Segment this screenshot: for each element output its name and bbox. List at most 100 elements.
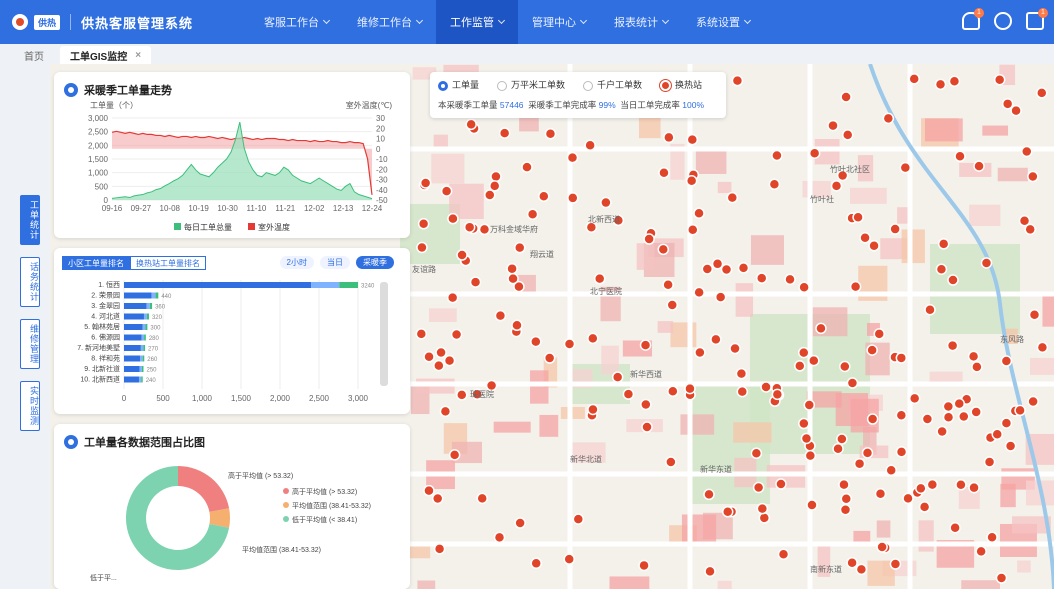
station-marker — [450, 328, 463, 341]
nav-item-reports[interactable]: 报表统计 — [600, 0, 682, 44]
y-tick-label: 2,500 — [88, 128, 109, 137]
station-icon — [660, 80, 672, 92]
station-marker — [866, 344, 878, 356]
station-marker — [840, 91, 852, 103]
radio-ticket-count[interactable]: 工单量 — [438, 78, 479, 91]
station-marker — [511, 319, 523, 332]
nav-item-repair[interactable]: 维修工作台 — [343, 0, 436, 44]
rail-call-stats[interactable]: 话务统计 — [20, 257, 40, 307]
range-2h[interactable]: 2小时 — [279, 256, 314, 269]
station-marker — [538, 190, 550, 202]
nav-label: 报表统计 — [614, 17, 658, 29]
chevron-down-icon — [661, 16, 670, 25]
station-marker — [827, 119, 839, 132]
x-tick-label: 09-16 — [102, 204, 123, 213]
station-marker — [859, 232, 871, 244]
tab-label: 首页 — [24, 51, 44, 63]
category-label: 9. 北新社道 — [84, 364, 120, 373]
station-marker — [686, 133, 699, 146]
station-marker — [720, 263, 733, 276]
station-marker — [476, 492, 488, 505]
station-marker — [849, 280, 862, 293]
bar-segment — [143, 313, 147, 320]
map-place-label: 新华北道 — [570, 455, 602, 464]
bar-value-label: 280 — [149, 336, 160, 342]
station-marker — [942, 411, 955, 424]
rail-realtime[interactable]: 实时监测 — [20, 381, 40, 431]
tab-home[interactable]: 首页 — [14, 46, 54, 64]
close-icon[interactable]: × — [135, 50, 141, 61]
station-marker — [433, 359, 445, 372]
legend-swatch — [283, 488, 289, 494]
map-place-label: 新华西道 — [630, 370, 662, 379]
pie-panel: 工单量各数据范围占比图 高于平均值 (> 53.32) 平均值范围 (38.41-… — [54, 424, 410, 589]
station-marker — [530, 557, 542, 570]
nav-item-settings[interactable]: 系统设置 — [682, 0, 764, 44]
map-block — [982, 125, 1009, 136]
station-marker — [666, 299, 679, 311]
rail-repair-mgmt[interactable]: 维修管理 — [20, 319, 40, 369]
station-marker — [423, 484, 435, 497]
tab-community-rank[interactable]: 小区工单量排名 — [62, 256, 130, 270]
x-tick-label: 1,000 — [192, 394, 213, 403]
station-marker — [771, 388, 784, 401]
station-marker — [566, 151, 579, 164]
mail-icon[interactable]: 1 — [1026, 8, 1048, 30]
station-marker — [750, 447, 763, 460]
map-place-label: 东风路 — [1000, 335, 1024, 344]
range-season[interactable]: 采暖季 — [356, 256, 394, 269]
station-marker — [665, 456, 677, 468]
station-marker — [841, 129, 854, 141]
legend-label: 平均值范围 (38.41-53.32) — [292, 501, 371, 510]
map-block — [1042, 291, 1054, 327]
station-marker — [521, 161, 533, 173]
station-marker — [435, 346, 447, 359]
bar-value-label: 360 — [155, 305, 166, 311]
station-marker — [563, 553, 575, 565]
panel-title: 采暖季工单量走势 — [84, 85, 172, 97]
nav-item-management[interactable]: 管理中心 — [518, 0, 600, 44]
map-block — [750, 235, 784, 265]
radio-per-10k-sqm[interactable]: 万平米工单数 — [497, 78, 565, 91]
station-marker — [729, 342, 741, 355]
map-park — [930, 244, 1020, 334]
station-marker — [771, 149, 783, 162]
radio-per-1k-households[interactable]: 千户工单数 — [583, 78, 642, 91]
chart-icon — [64, 435, 78, 449]
station-marker — [506, 262, 518, 275]
map-place-label: 翔云道 — [530, 250, 554, 259]
rail-ticket-stats[interactable]: 工单统计 — [20, 195, 40, 245]
station-marker — [798, 346, 810, 359]
map-place-label: 珠医院 — [470, 390, 494, 399]
station-marker — [658, 167, 670, 179]
slice-callout-label: 低于平... — [90, 573, 117, 582]
stat-value: 99% — [598, 100, 616, 111]
station-marker — [975, 545, 987, 558]
x-tick-label: 09-27 — [131, 204, 152, 213]
station-marker — [798, 281, 810, 294]
bar-segment — [311, 282, 340, 288]
range-today[interactable]: 当日 — [320, 256, 350, 269]
map-block — [433, 134, 448, 148]
tab-gis-monitor[interactable]: 工单GIS监控 × — [60, 46, 152, 64]
nav-label: 维修工作台 — [357, 17, 412, 29]
bell-icon[interactable]: 1 — [962, 8, 984, 30]
range-selector: 2小时 当日 采暖季 — [279, 256, 394, 269]
tab-station-rank[interactable]: 换热站工单量排名 — [130, 256, 206, 270]
nav-item-customer-service[interactable]: 客服工作台 — [250, 0, 343, 44]
trend-title: 采暖季工单量走势 — [64, 82, 172, 98]
bar-value-label: 300 — [150, 326, 161, 332]
radio-icon — [583, 80, 594, 91]
chat-icon[interactable] — [994, 12, 1012, 30]
x-tick-label: 2,000 — [270, 394, 291, 403]
station-legend: 换热站 — [660, 78, 702, 92]
nav-item-supervision[interactable]: 工作监管 — [436, 0, 518, 44]
legend-label: 室外温度 — [258, 223, 290, 232]
station-marker — [530, 335, 542, 348]
bar-segment — [145, 324, 148, 330]
stat-label: 当日工单完成率 — [620, 100, 680, 111]
map-block — [901, 229, 925, 264]
legend-label: 低于平均值 (< 38.41) — [292, 515, 357, 524]
station-marker — [490, 170, 502, 183]
map-place-label: 北新西道 — [588, 215, 620, 224]
